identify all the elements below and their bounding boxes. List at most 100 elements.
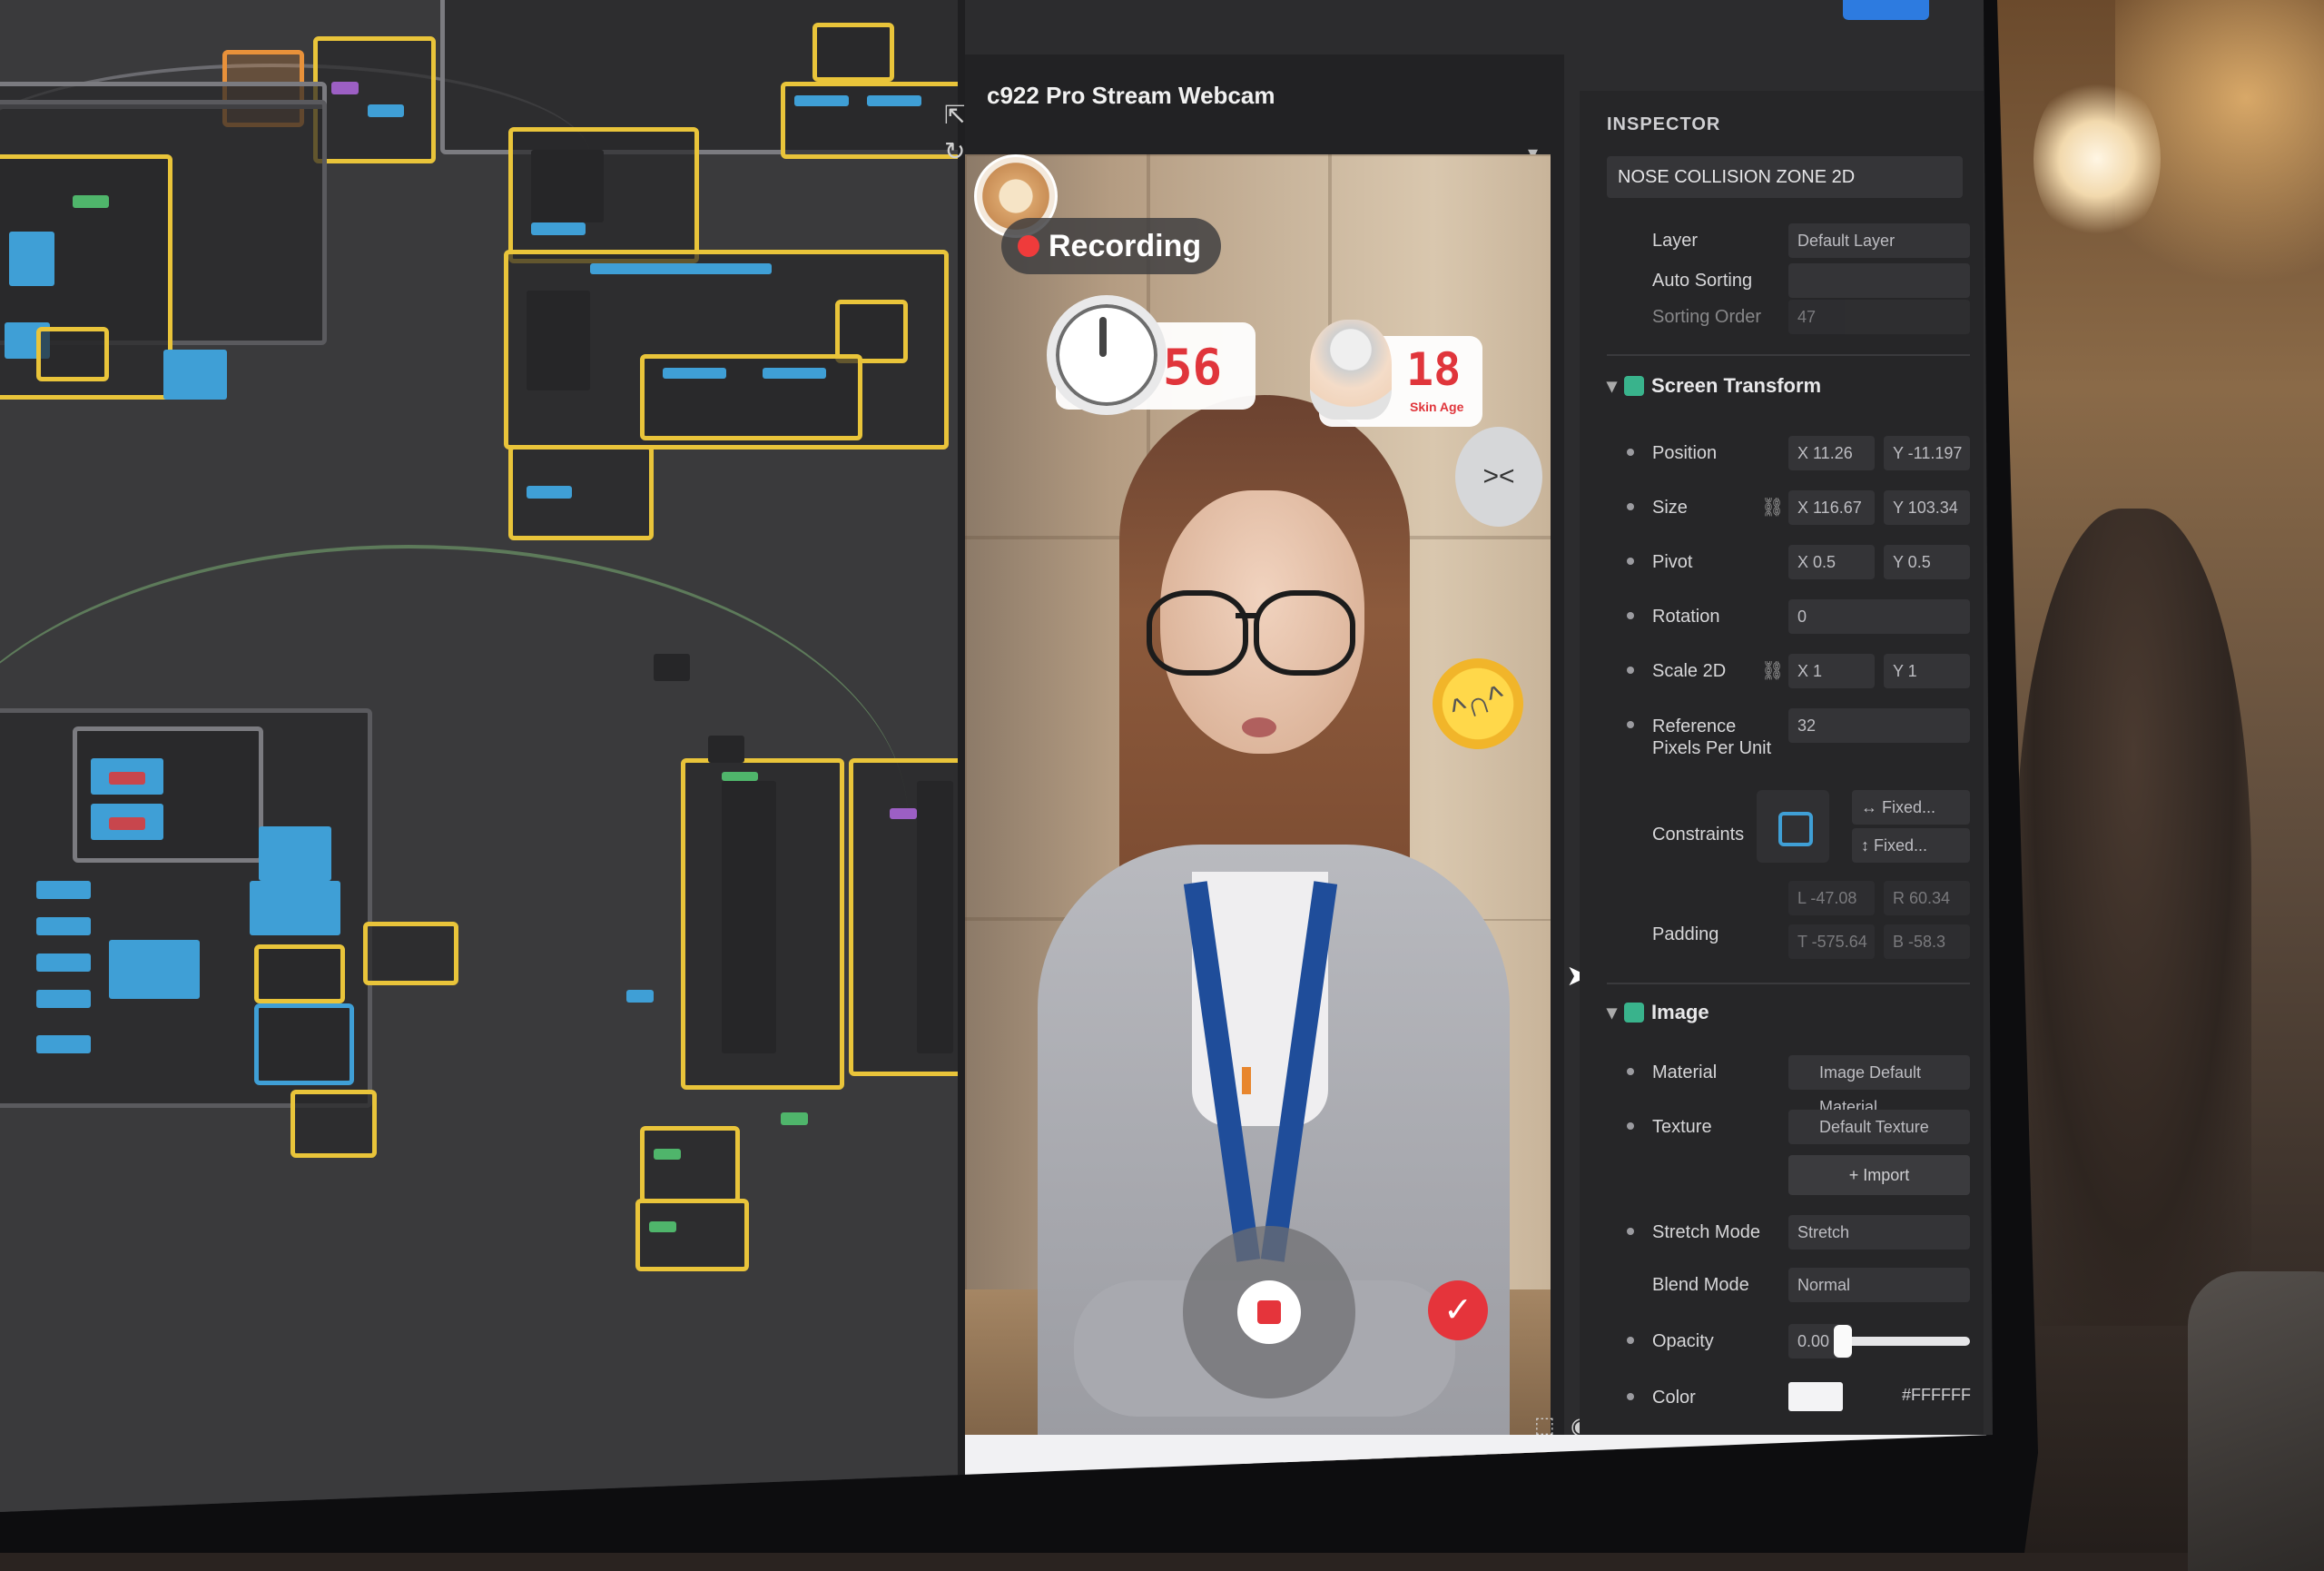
import-button[interactable]: + Import bbox=[1788, 1155, 1970, 1195]
refresh-icon[interactable]: ↻ bbox=[944, 136, 965, 166]
texture-row: Texture Default Texture bbox=[1607, 1110, 1970, 1146]
position-y-field[interactable]: Y -11.197 bbox=[1884, 436, 1970, 470]
constraint-horizontal-select[interactable]: ↔ Fixed... bbox=[1852, 790, 1970, 825]
graph-node[interactable] bbox=[635, 1199, 749, 1271]
graph-node[interactable] bbox=[781, 1112, 808, 1125]
graph-node[interactable] bbox=[849, 758, 962, 1076]
chevron-down-icon[interactable]: ▾ bbox=[1607, 1001, 1617, 1023]
size-label: Size bbox=[1652, 498, 1688, 518]
ref-pixels-field[interactable]: 32 bbox=[1788, 708, 1970, 743]
graph-node[interactable] bbox=[109, 940, 200, 999]
stretch-mode-row: Stretch Mode Stretch bbox=[1607, 1215, 1970, 1251]
color-swatch[interactable] bbox=[1788, 1382, 1843, 1411]
graph-node[interactable] bbox=[313, 36, 436, 163]
webcam-preview-panel: c922 Pro Stream Webcam ▾ Recording 56 18… bbox=[965, 54, 1564, 1512]
chevron-down-icon[interactable]: ▾ bbox=[1607, 374, 1617, 397]
opacity-slider-track[interactable] bbox=[1834, 1337, 1970, 1346]
graph-node[interactable] bbox=[36, 953, 91, 972]
glasses-bridge bbox=[1236, 613, 1259, 618]
notification-icon[interactable]: ▢ bbox=[1950, 1453, 1965, 1472]
padding-bottom-field[interactable]: B -58.3 bbox=[1884, 924, 1970, 959]
graph-node[interactable] bbox=[254, 944, 345, 1003]
graph-node[interactable] bbox=[36, 327, 109, 381]
clock[interactable]: 3:25 pm 13/11/2024 bbox=[1859, 1446, 1922, 1478]
size-y-field[interactable]: Y 103.34 bbox=[1884, 490, 1970, 525]
padding-right-field[interactable]: R 60.34 bbox=[1884, 881, 1970, 915]
confirm-check-button[interactable]: ✓ bbox=[1428, 1280, 1488, 1340]
stop-recording-ring[interactable] bbox=[1183, 1226, 1355, 1398]
object-name-field[interactable]: NOSE COLLISION ZONE 2D bbox=[1607, 156, 1963, 198]
graph-node[interactable] bbox=[508, 127, 699, 263]
layer-select[interactable]: Default Layer bbox=[1788, 223, 1970, 258]
sorting-order-field[interactable]: 47 bbox=[1788, 300, 1970, 334]
link-icon[interactable]: ⛓ bbox=[1761, 496, 1784, 519]
pivot-y-field[interactable]: Y 0.5 bbox=[1884, 545, 1970, 579]
image-section-header[interactable]: ▾ Image bbox=[1607, 1001, 1970, 1024]
graph-node[interactable] bbox=[259, 826, 331, 881]
graph-node[interactable] bbox=[681, 758, 844, 1090]
ref-pixels-label: Reference Pixels Per Unit bbox=[1652, 716, 1772, 758]
squint-face-sticker-icon: >< bbox=[1455, 427, 1542, 527]
stop-recording-button[interactable] bbox=[1237, 1280, 1301, 1344]
constraints-anchor-widget[interactable] bbox=[1757, 790, 1829, 863]
size-x-field[interactable]: X 116.67 bbox=[1788, 490, 1875, 525]
opacity-slider-knob[interactable] bbox=[1834, 1325, 1852, 1358]
auto-sorting-label: Auto Sorting bbox=[1652, 271, 1753, 291]
graph-node[interactable] bbox=[708, 736, 744, 763]
graph-node[interactable] bbox=[508, 445, 654, 540]
lamp-light bbox=[2034, 73, 2161, 245]
constraint-vertical-select[interactable]: ↕ Fixed... bbox=[1852, 828, 1970, 863]
volume-icon[interactable]: ◖ bbox=[1796, 1453, 1806, 1472]
pivot-x-field[interactable]: X 0.5 bbox=[1788, 545, 1875, 579]
position-row: Position X 11.26 Y -11.197 bbox=[1607, 436, 1970, 472]
graph-node[interactable] bbox=[640, 354, 862, 440]
link-icon[interactable]: ⛓ bbox=[1761, 659, 1784, 682]
stretch-mode-label: Stretch Mode bbox=[1652, 1222, 1760, 1242]
padding-top-field[interactable]: T -575.64 bbox=[1788, 924, 1875, 959]
texture-field[interactable]: Default Texture bbox=[1788, 1110, 1970, 1144]
blend-mode-select[interactable]: Normal bbox=[1788, 1268, 1970, 1302]
inspector-panel: INSPECTOR NOSE COLLISION ZONE 2D Layer D… bbox=[1580, 91, 1984, 1489]
clock-time: 3:25 pm bbox=[1876, 1447, 1923, 1461]
scale-y-field[interactable]: Y 1 bbox=[1884, 654, 1970, 688]
graph-node[interactable] bbox=[250, 881, 340, 935]
rotation-field[interactable]: 0 bbox=[1788, 599, 1970, 634]
graph-node[interactable] bbox=[36, 917, 91, 935]
graph-node[interactable] bbox=[36, 990, 91, 1008]
top-blue-button[interactable] bbox=[1843, 0, 1929, 20]
chevron-up-icon[interactable]: ⌃ bbox=[1619, 1453, 1632, 1472]
padding-left-field[interactable]: L -47.08 bbox=[1788, 881, 1875, 915]
material-field[interactable]: Image Default Material bbox=[1788, 1055, 1970, 1116]
position-x-field[interactable]: X 11.26 bbox=[1788, 436, 1875, 470]
color-hex[interactable]: #FFFFFF bbox=[1902, 1386, 1971, 1405]
graph-node[interactable] bbox=[626, 990, 654, 1003]
graph-node[interactable] bbox=[654, 654, 690, 681]
graph-node[interactable] bbox=[363, 922, 458, 985]
screen-transform-header[interactable]: ▾ Screen Transform bbox=[1607, 374, 1970, 398]
webcam-title: c922 Pro Stream Webcam bbox=[987, 82, 1275, 109]
node-graph-canvas[interactable] bbox=[0, 0, 962, 1512]
material-row: Material Image Default Material bbox=[1607, 1055, 1970, 1116]
popout-icon[interactable]: ⇱ bbox=[944, 100, 965, 130]
graph-node[interactable] bbox=[36, 881, 91, 899]
graph-node[interactable] bbox=[640, 1126, 740, 1203]
wifi-icon[interactable]: ◔ bbox=[1768, 1453, 1778, 1472]
graph-node[interactable] bbox=[290, 1090, 377, 1158]
inspector-heading: INSPECTOR bbox=[1607, 114, 1721, 134]
battery-icon[interactable]: ▭ bbox=[1823, 1453, 1838, 1472]
app-tray-icon[interactable]: ◉ bbox=[1664, 1453, 1679, 1472]
graph-node-group[interactable] bbox=[73, 726, 263, 863]
graph-node[interactable] bbox=[254, 1003, 354, 1085]
camera-feed: Recording 56 18 Skin Age >< ^∩^ ✓ bbox=[965, 154, 1551, 1462]
scale-x-field[interactable]: X 1 bbox=[1788, 654, 1875, 688]
stretch-mode-select[interactable]: Stretch bbox=[1788, 1215, 1970, 1250]
graph-node[interactable] bbox=[781, 82, 962, 159]
graph-node[interactable] bbox=[163, 350, 227, 400]
language-indicator[interactable]: ENG US bbox=[1709, 1446, 1737, 1478]
section-divider bbox=[1607, 354, 1970, 356]
padding-label: Padding bbox=[1652, 924, 1719, 944]
graph-node[interactable] bbox=[36, 1035, 91, 1053]
auto-sorting-toggle[interactable] bbox=[1788, 263, 1970, 298]
panel-splitter[interactable] bbox=[958, 0, 965, 1512]
graph-node[interactable] bbox=[812, 23, 894, 82]
